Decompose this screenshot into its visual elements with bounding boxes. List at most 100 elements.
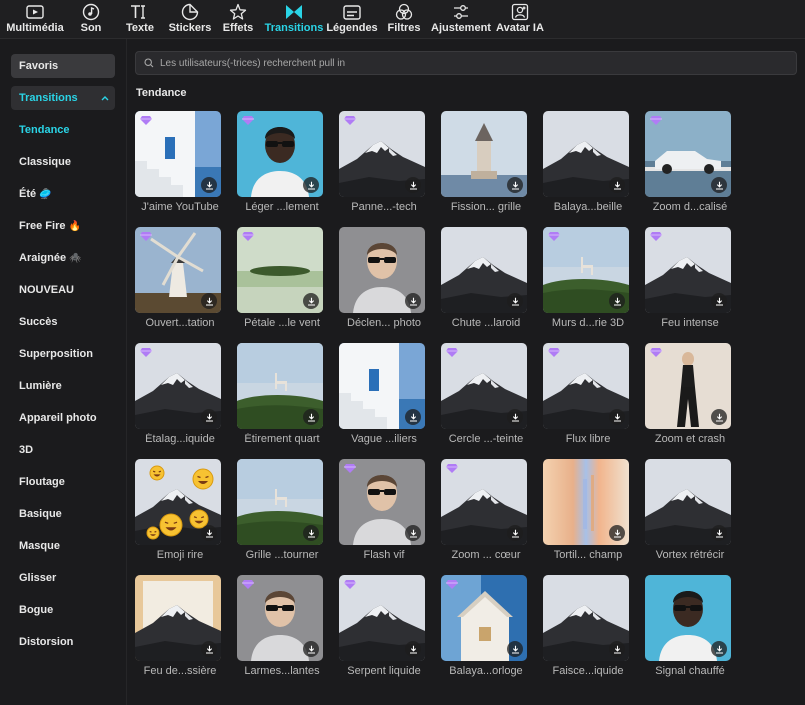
transition-card[interactable]: Balaya...beille [543,111,633,219]
transition-thumbnail [237,575,323,661]
download-icon[interactable] [201,293,217,309]
toolbar-filtres[interactable]: Filtres [386,0,422,38]
transition-card[interactable]: Grille ...tourner [237,459,327,567]
download-icon[interactable] [609,641,625,657]
transition-card[interactable]: Chute ...laroid [441,227,531,335]
sidebar-item-distorsion[interactable]: Distorsion [11,630,115,654]
sidebar-item-transitions[interactable]: Transitions [11,86,115,110]
search-input[interactable] [160,57,780,69]
download-icon[interactable] [201,177,217,193]
transition-card[interactable]: Signal chauffé [645,575,735,683]
download-icon[interactable] [711,293,727,309]
download-icon[interactable] [609,293,625,309]
transition-card[interactable]: Étirement quart [237,343,327,451]
download-icon[interactable] [201,641,217,657]
download-icon[interactable] [303,177,319,193]
download-icon[interactable] [405,177,421,193]
download-icon[interactable] [303,641,319,657]
download-icon[interactable] [303,293,319,309]
transition-card[interactable]: Flash vif [339,459,429,567]
sidebar-item-label: Favoris [19,60,59,72]
sidebar-item-glisser[interactable]: Glisser [11,566,115,590]
sidebar-item-lumiere[interactable]: Lumière [11,374,115,398]
transition-label: Chute ...laroid [451,317,521,329]
download-icon[interactable] [507,177,523,193]
transition-card[interactable]: Zoom d...calisé [645,111,735,219]
download-icon[interactable] [405,641,421,657]
transition-card[interactable]: Cercle ...-teinte [441,343,531,451]
download-icon[interactable] [303,409,319,425]
sidebar-item-basique[interactable]: Basique [11,502,115,526]
download-icon[interactable] [711,177,727,193]
transition-label: Fission... grille [450,201,522,213]
transition-card[interactable]: Larmes...lantes [237,575,327,683]
text-icon [129,3,151,21]
transition-card[interactable]: Murs d...rie 3D [543,227,633,335]
download-icon[interactable] [405,293,421,309]
download-icon[interactable] [507,293,523,309]
sidebar-item-floutage[interactable]: Floutage [11,470,115,494]
transition-card[interactable]: Ouvert...tation [135,227,225,335]
transition-card[interactable]: Feu de...ssière [135,575,225,683]
toolbar-avatar-ia[interactable]: Avatar IA [496,0,544,38]
toolbar-texte[interactable]: Texte [124,0,156,38]
download-icon[interactable] [609,177,625,193]
download-icon[interactable] [609,525,625,541]
sidebar-item-masque[interactable]: Masque [11,534,115,558]
transition-card[interactable]: Déclen... photo [339,227,429,335]
transition-card[interactable]: Tortil... champ [543,459,633,567]
sidebar-item-ete[interactable]: Été 🥏 [11,182,115,206]
sidebar-item-tendance[interactable]: Tendance [11,118,115,142]
transition-card[interactable]: J'aime YouTube [135,111,225,219]
transition-thumbnail [543,575,629,661]
transition-card[interactable]: Fission... grille [441,111,531,219]
transition-card[interactable]: Flux libre [543,343,633,451]
sidebar-item-free-fire[interactable]: Free Fire 🔥 [11,214,115,238]
toolbar-transitions[interactable]: Transitions [265,0,323,38]
download-icon[interactable] [201,525,217,541]
transition-card[interactable]: Serpent liquide [339,575,429,683]
transition-card[interactable]: Feu intense [645,227,735,335]
download-icon[interactable] [405,409,421,425]
transition-label: J'aime YouTube [141,201,219,213]
transition-card[interactable]: Léger ...lement [237,111,327,219]
transition-card[interactable]: Faisce...iquide [543,575,633,683]
toolbar-son[interactable]: Son [78,0,104,38]
download-icon[interactable] [711,525,727,541]
toolbar-legendes[interactable]: Légendes [326,0,378,38]
sidebar-item-nouveau[interactable]: NOUVEAU [11,278,115,302]
sidebar-item-favoris[interactable]: Favoris [11,54,115,78]
toolbar-multimedia[interactable]: Multimédia [6,0,64,38]
transition-card[interactable]: Zoom ... cœur [441,459,531,567]
search-bar[interactable] [135,51,797,75]
transition-card[interactable]: Vortex rétrécir [645,459,735,567]
download-icon[interactable] [507,525,523,541]
sidebar-item-succes[interactable]: Succès [11,310,115,334]
sidebar-item-superposition[interactable]: Superposition [11,342,115,366]
toolbar-ajustement[interactable]: Ajustement [431,0,491,38]
download-icon[interactable] [711,641,727,657]
toolbar-effets[interactable]: Effets [222,0,254,38]
sidebar-item-bogue[interactable]: Bogue [11,598,115,622]
download-icon[interactable] [609,409,625,425]
download-icon[interactable] [507,641,523,657]
transition-card[interactable]: Zoom et crash [645,343,735,451]
sidebar-item-3d[interactable]: 3D [11,438,115,462]
download-icon[interactable] [507,409,523,425]
transition-card[interactable]: Pétale ...le vent [237,227,327,335]
sidebar-item-classique[interactable]: Classique [11,150,115,174]
transition-card[interactable]: Balaya...orloge [441,575,531,683]
toolbar-stickers[interactable]: Stickers [168,0,212,38]
transition-card[interactable]: Emoji rire [135,459,225,567]
download-icon[interactable] [711,409,727,425]
download-icon[interactable] [405,525,421,541]
transition-card[interactable]: Panne...-tech [339,111,429,219]
sidebar-item-appareil-photo[interactable]: Appareil photo [11,406,115,430]
download-icon[interactable] [303,525,319,541]
sidebar-item-araignee[interactable]: Araignée 🕷️ [11,246,115,270]
transition-card[interactable]: Vague ...iliers [339,343,429,451]
transition-label: Vortex rétrécir [655,549,725,561]
toolbar-label: Avatar IA [496,22,544,34]
transition-card[interactable]: Étalag...iquide [135,343,225,451]
download-icon[interactable] [201,409,217,425]
